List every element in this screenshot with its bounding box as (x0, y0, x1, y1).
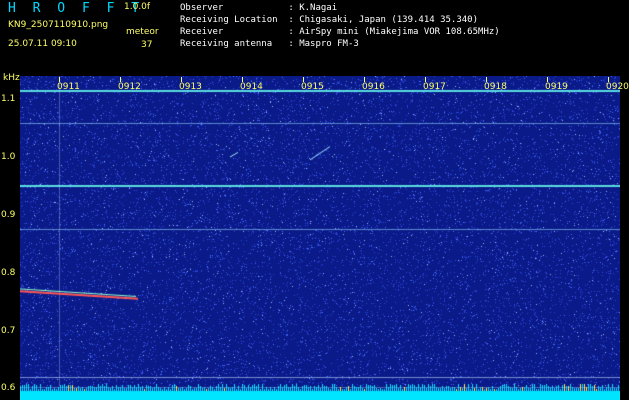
x-tick-label: 0918 (484, 82, 507, 92)
y-tick-label: 0.9 (1, 209, 16, 220)
y-tick-label: 0.8 (1, 267, 16, 278)
x-tick-label: 0913 (179, 82, 202, 92)
y-tick-label: 1.0 (1, 152, 16, 162)
x-tick-label: 0911 (57, 82, 80, 92)
x-tick-label: 0915 (301, 82, 324, 92)
y-tick-label: 1.1 (1, 94, 16, 105)
info-row: Receiving Location : Chigasaki, Japan (1… (180, 16, 478, 25)
date-time: 25.07.11 09:10 (8, 39, 77, 49)
info-row: Receiver : AirSpy mini (Miakejima VOR 10… (180, 28, 500, 37)
info-key: Receiver (180, 27, 289, 37)
x-tick-mark (364, 77, 365, 82)
app-version: 1.0.0f (124, 2, 151, 12)
x-tick-label: 0912 (118, 82, 141, 92)
x-tick-mark (608, 77, 609, 82)
info-row: Observer : K.Nagai (180, 4, 337, 13)
y-tick-label: 0.7 (1, 325, 16, 336)
info-key: Receiving antenna (180, 39, 289, 49)
spectrogram-plot (20, 76, 620, 400)
x-tick-label: 0917 (423, 82, 446, 92)
header: H R O F F T 1.0.0f KN9_2507110910.png me… (0, 0, 629, 76)
x-tick-mark (242, 77, 243, 82)
x-tick-mark (547, 77, 548, 82)
x-tick-mark (59, 77, 60, 82)
x-tick-label: 0914 (240, 82, 263, 92)
file-name: KN9_2507110910.png (8, 20, 109, 30)
x-tick-mark (425, 77, 426, 82)
info-value: : AirSpy mini (Miakejima VOR 108.65MHz) (288, 27, 500, 37)
y-tick-label: 0.6 (1, 383, 16, 394)
info-key: Receiving Location (180, 15, 289, 25)
meteor-label: meteor (126, 27, 159, 37)
spectrogram-canvas (20, 76, 620, 400)
x-tick-label: 0920 (606, 82, 629, 92)
x-tick-mark (303, 77, 304, 82)
x-tick-label: 0919 (545, 82, 568, 92)
info-row: Receiving antenna : Maspro FM-3 (180, 40, 359, 49)
x-tick-mark (120, 77, 121, 82)
info-value: : Chigasaki, Japan (139.414 35.340) (288, 15, 479, 25)
x-tick-mark (486, 77, 487, 82)
x-tick-mark (181, 77, 182, 82)
info-value: : K.Nagai (288, 3, 338, 13)
info-key: Observer (180, 3, 289, 13)
meteor-count: 37 (141, 40, 153, 50)
x-tick-label: 0916 (362, 82, 385, 92)
y-axis-label: kHz (3, 73, 20, 83)
info-value: : Maspro FM-3 (288, 39, 359, 49)
